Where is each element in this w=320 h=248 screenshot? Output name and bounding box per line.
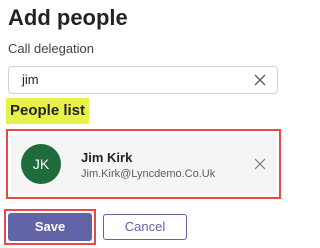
person-row: JK Jim Kirk Jim.Kirk@Lyncdemo.Co.Uk <box>11 134 276 194</box>
cancel-button[interactable]: Cancel <box>103 214 187 240</box>
search-input-value[interactable]: jim <box>22 72 39 87</box>
page-subtitle: Call delegation <box>8 41 95 56</box>
search-input[interactable]: jim <box>8 66 278 94</box>
page-title: Add people <box>8 5 128 30</box>
list-item: JK Jim Kirk Jim.Kirk@Lyncdemo.Co.Uk <box>6 129 281 199</box>
people-list-label: People list <box>6 98 90 124</box>
person-email: Jim.Kirk@Lyncdemo.Co.Uk <box>81 168 216 180</box>
add-people-dialog: Add people Call delegation jim People li… <box>0 0 287 248</box>
person-name: Jim Kirk <box>81 150 133 165</box>
avatar: JK <box>21 144 61 184</box>
close-icon[interactable] <box>253 73 267 87</box>
close-icon[interactable] <box>254 158 266 170</box>
save-button[interactable]: Save <box>8 213 92 241</box>
